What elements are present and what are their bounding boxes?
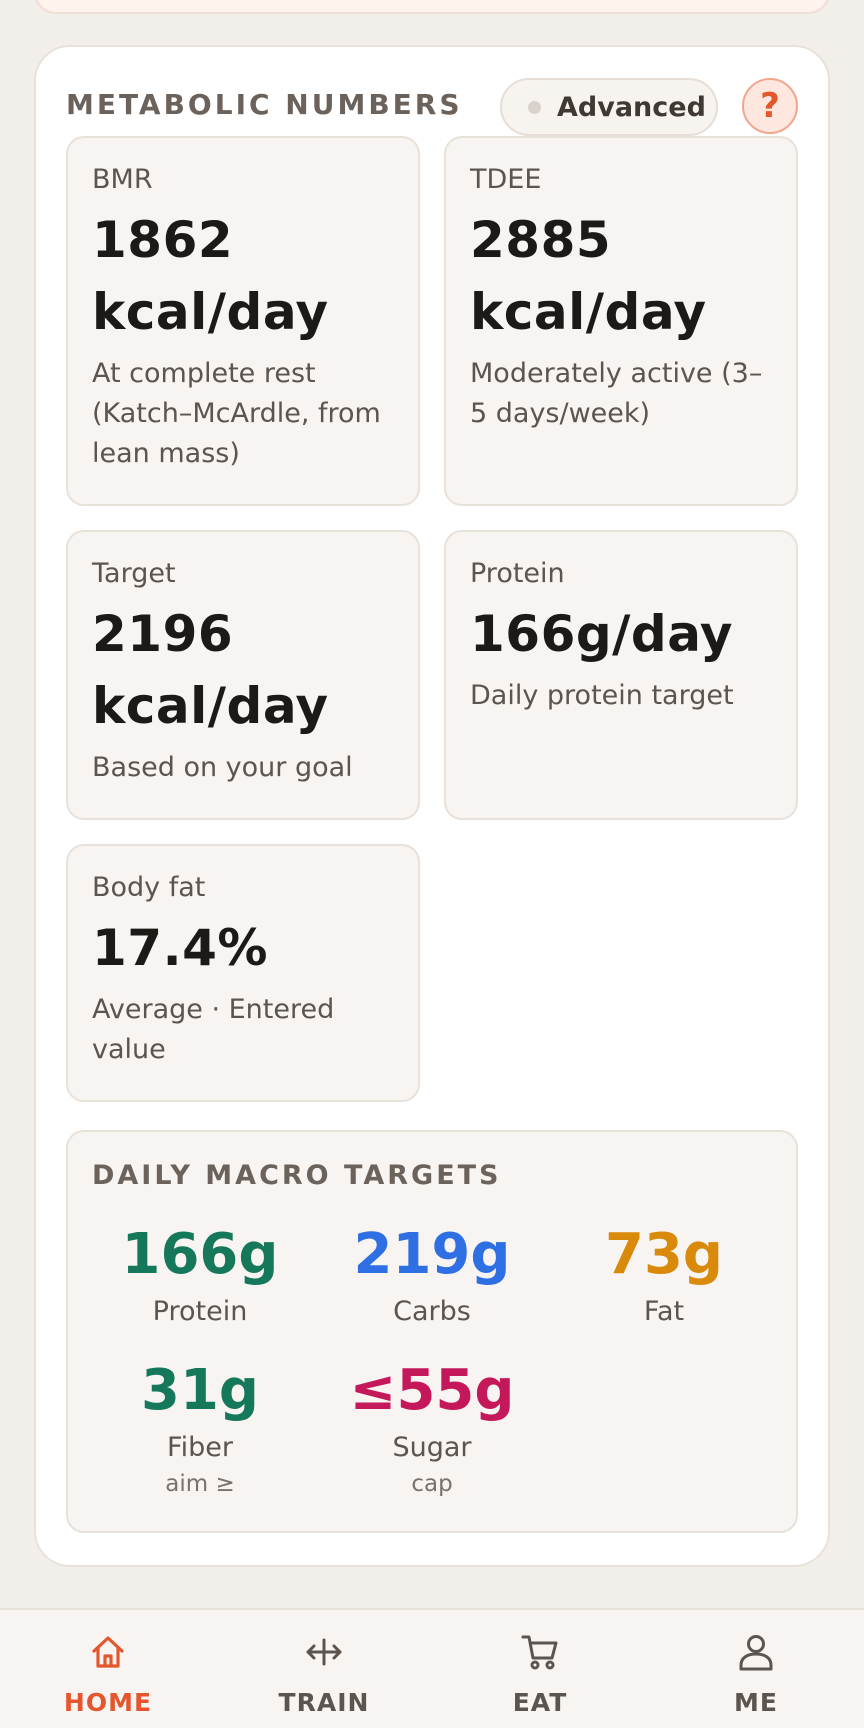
move-horizontal-icon xyxy=(306,1638,342,1666)
section-title: METABOLIC NUMBERS xyxy=(66,88,463,121)
macro-fiber: 31g Fiber aim ≥ xyxy=(84,1358,316,1497)
macro-note: aim ≥ xyxy=(165,1471,235,1497)
stat-number: 1862 xyxy=(92,211,234,270)
stat-label: Protein xyxy=(470,558,565,589)
nav-label: TRAIN xyxy=(278,1688,370,1717)
macro-sugar: ≤55g Sugar cap xyxy=(316,1358,548,1497)
cart-icon xyxy=(521,1635,558,1670)
nav-item-train[interactable]: TRAIN xyxy=(216,1610,432,1728)
stat-label: Target xyxy=(92,558,176,589)
macro-value: 219g xyxy=(353,1222,511,1287)
macro-name: Sugar xyxy=(392,1432,472,1463)
stat-value: 2885 kcal/day xyxy=(470,204,772,348)
stat-unit: kcal/day xyxy=(92,283,329,342)
bmr-card: BMR 1862 kcal/day At complete rest (Katc… xyxy=(66,136,420,506)
stat-label: Body fat xyxy=(92,872,206,903)
stat-number: 2196 xyxy=(92,605,234,664)
help-button[interactable]: ? xyxy=(742,78,798,134)
nav-item-eat[interactable]: EAT xyxy=(432,1610,648,1728)
stat-description: Average · Entered value xyxy=(92,994,335,1066)
macro-name: Fiber xyxy=(167,1432,233,1463)
macro-carbs: 219g Carbs xyxy=(316,1222,548,1327)
previous-card xyxy=(34,0,830,14)
advanced-toggle-label: Advanced xyxy=(557,91,706,123)
macro-name: Protein xyxy=(152,1296,248,1327)
macro-targets-panel: DAILY MACRO TARGETS 166g Protein 219g Ca… xyxy=(66,1130,798,1533)
stat-label: BMR xyxy=(92,164,153,195)
stat-unit: kcal/day xyxy=(470,283,707,342)
macro-note: cap xyxy=(411,1471,453,1497)
user-icon xyxy=(739,1635,773,1671)
stat-description: Daily protein target xyxy=(470,680,734,712)
stat-value: 166g/day xyxy=(470,598,772,670)
nav-label: HOME xyxy=(63,1688,153,1717)
stat-description: Moderately active (3–5 days/week) xyxy=(470,358,763,430)
stat-unit: kcal/day xyxy=(92,677,329,736)
advanced-toggle[interactable]: Advanced xyxy=(500,78,718,136)
stat-value: 17.4% xyxy=(92,912,394,984)
toggle-indicator-dot xyxy=(528,100,541,114)
home-icon xyxy=(92,1636,124,1668)
nav-label: ME xyxy=(734,1688,778,1717)
macro-name: Fat xyxy=(643,1296,685,1327)
nav-item-home[interactable]: HOME xyxy=(0,1610,216,1728)
macro-value: ≤55g xyxy=(349,1358,515,1423)
macro-value: 31g xyxy=(140,1358,259,1423)
macro-value: 166g xyxy=(121,1222,279,1287)
stat-description: At complete rest (Katch–McArdle, from le… xyxy=(92,358,381,470)
target-card: Target 2196 kcal/day Based on your goal xyxy=(66,530,420,820)
nav-label: EAT xyxy=(512,1688,568,1717)
stat-number: 166g/day xyxy=(470,605,734,664)
macro-value: 73g xyxy=(604,1222,723,1287)
protein-card: Protein 166g/day Daily protein target xyxy=(444,530,798,820)
stat-value: 1862 kcal/day xyxy=(92,204,394,348)
macro-name: Carbs xyxy=(393,1296,471,1327)
body-fat-card: Body fat 17.4% Average · Entered value xyxy=(66,844,420,1102)
stat-label: TDEE xyxy=(470,164,542,195)
stat-number: 2885 xyxy=(470,211,612,270)
stat-number: 17.4% xyxy=(92,919,268,978)
bottom-nav: HOME TRAIN EAT ME xyxy=(0,1608,864,1728)
page: METABOLIC NUMBERS Advanced ? BMR 1862 kc… xyxy=(0,0,864,1728)
stat-description: Based on your goal xyxy=(92,752,353,784)
macro-targets-title: DAILY MACRO TARGETS xyxy=(92,1160,502,1191)
nav-item-me[interactable]: ME xyxy=(648,1610,864,1728)
stat-value: 2196 kcal/day xyxy=(92,598,394,742)
tdee-card: TDEE 2885 kcal/day Moderately active (3–… xyxy=(444,136,798,506)
macro-fat: 73g Fat xyxy=(548,1222,780,1327)
macro-protein: 166g Protein xyxy=(84,1222,316,1327)
